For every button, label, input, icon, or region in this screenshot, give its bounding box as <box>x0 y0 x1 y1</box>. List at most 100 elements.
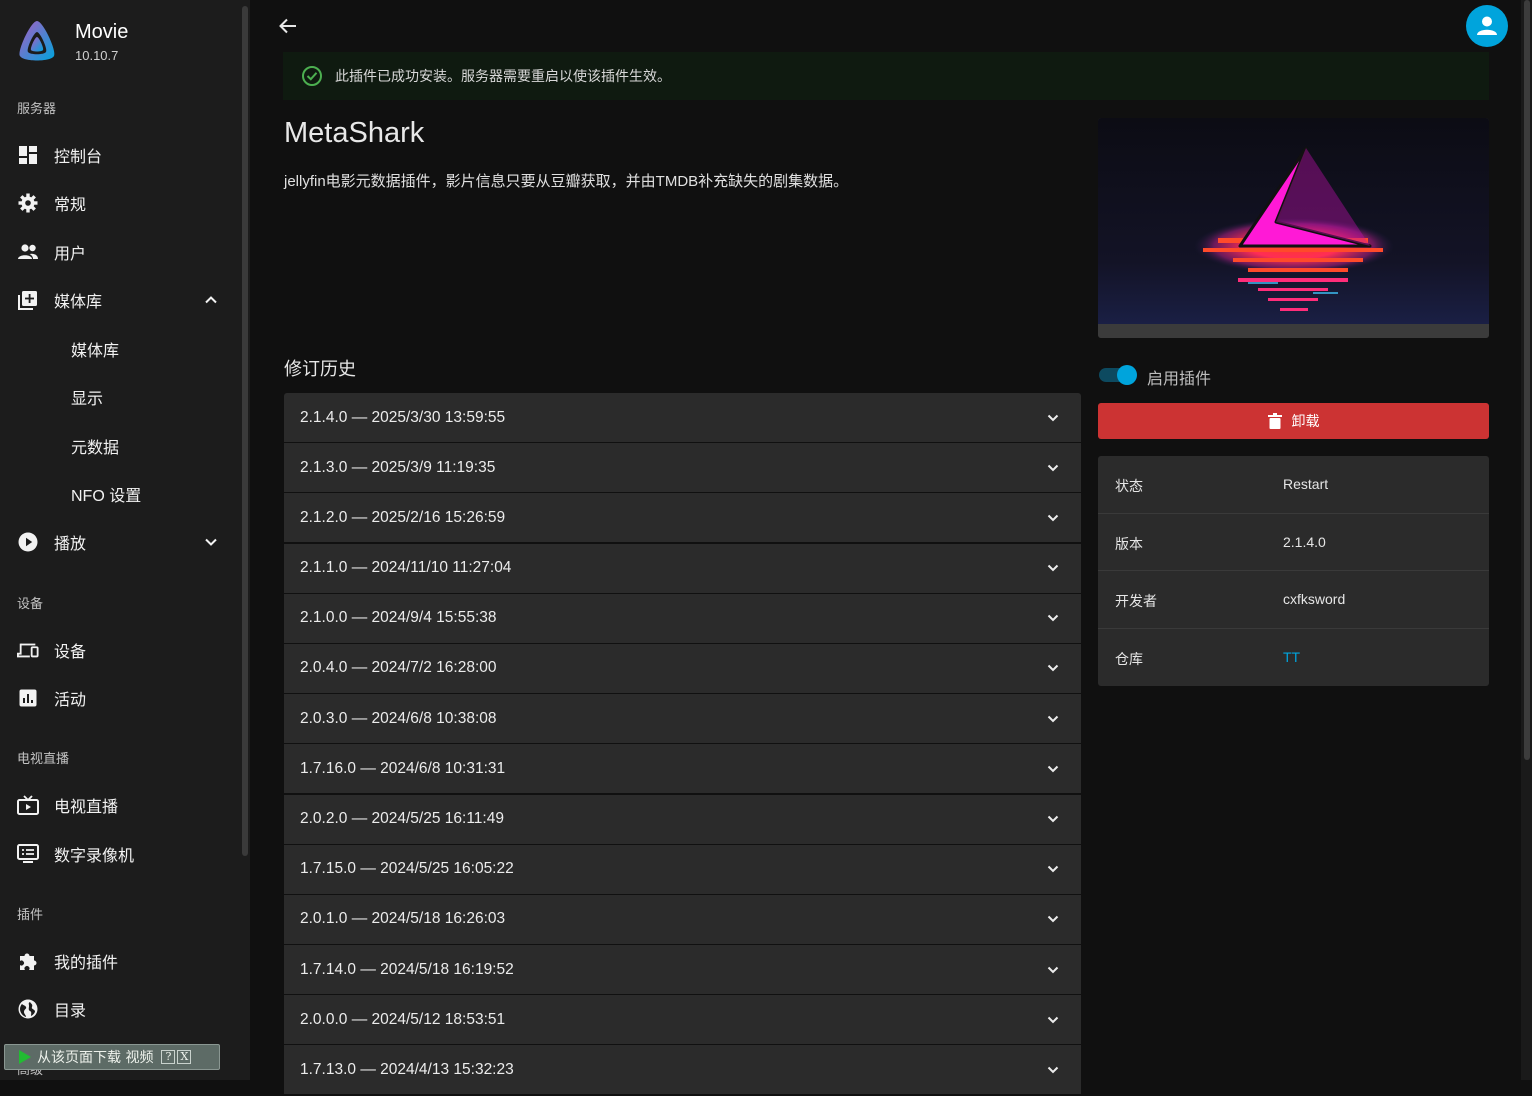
sidebar-scrollbar-thumb[interactable] <box>242 6 248 856</box>
revision-entry-label: 2.0.3.0 — 2024/6/8 10:38:08 <box>300 709 497 727</box>
live-tv-icon <box>17 794 39 816</box>
uninstall-label: 卸载 <box>1291 413 1320 429</box>
revision-entry-label: 1.7.16.0 — 2024/6/8 10:31:31 <box>300 759 506 777</box>
chevron-down-icon <box>1047 514 1059 522</box>
sidebar-item-nfo[interactable]: NFO 设置 <box>0 472 240 516</box>
revision-history-row[interactable]: 1.7.14.0 — 2024/5/18 16:19:52 <box>284 945 1081 995</box>
dashboard-icon <box>17 144 39 166</box>
repository-link[interactable]: TT <box>1283 649 1300 665</box>
page-title: MetaShark <box>284 117 425 149</box>
chevron-down-icon <box>1047 564 1059 572</box>
sidebar-item-label: 用户 <box>54 246 87 263</box>
section-plugins: 插件 <box>17 907 44 922</box>
revision-history-row[interactable]: 2.1.3.0 — 2025/3/9 11:19:35 <box>284 443 1081 493</box>
revision-history-row[interactable]: 1.7.15.0 — 2024/5/25 16:05:22 <box>284 844 1081 894</box>
sidebar-item-dvr[interactable]: 数字录像机 <box>0 832 240 876</box>
download-bar-label: 从该页面下载 视频 <box>37 1050 154 1066</box>
info-row-developer: 开发者 cxfksword <box>1098 571 1489 629</box>
sidebar-item-activity[interactable]: 活动 <box>0 676 240 720</box>
revision-history-list: 2.1.4.0 — 2025/3/30 13:59:55 2.1.3.0 — 20… <box>284 393 1081 1096</box>
sidebar-item-label: 元数据 <box>71 440 120 457</box>
sidebar-item-display[interactable]: 显示 <box>0 375 240 419</box>
enable-plugin-label: 启用插件 <box>1147 371 1212 388</box>
info-key: 版本 <box>1115 535 1143 552</box>
revision-history-row[interactable]: 2.1.2.0 — 2025/2/16 15:26:59 <box>284 493 1081 543</box>
page-scrollbar[interactable] <box>1521 0 1532 1080</box>
sidebar-item-metadata[interactable]: 元数据 <box>0 424 240 468</box>
globe-icon <box>17 998 39 1020</box>
play-icon <box>19 1050 31 1064</box>
revision-entry-label: 2.0.1.0 — 2024/5/18 16:26:03 <box>300 910 506 928</box>
install-success-notice: 此插件已成功安装。服务器需要重启以使该插件生效。 <box>283 52 1489 100</box>
server-name: Movie <box>75 20 129 43</box>
dvr-icon <box>17 843 39 865</box>
sidebar-item-livetv[interactable]: 电视直播 <box>0 783 240 827</box>
help-button[interactable]: ? <box>161 1050 176 1064</box>
revision-history-row[interactable]: 2.1.0.0 — 2024/9/4 15:55:38 <box>284 593 1081 643</box>
sidebar-item-devices[interactable]: 设备 <box>0 628 240 672</box>
sidebar-item-label: 媒体库 <box>71 343 120 360</box>
sidebar-item-label: 电视直播 <box>54 799 119 816</box>
revision-history-row[interactable]: 2.1.1.0 — 2024/11/10 11:27:04 <box>284 543 1081 593</box>
sidebar-item-label: 数字录像机 <box>54 848 135 865</box>
revision-entry-label: 2.1.4.0 — 2025/3/30 13:59:55 <box>300 408 506 426</box>
person-icon <box>1477 16 1497 35</box>
revision-entry-label: 1.7.15.0 — 2024/5/25 16:05:22 <box>300 860 514 878</box>
info-value: Restart <box>1283 476 1329 492</box>
sidebar-item-libraries[interactable]: 媒体库 <box>0 278 240 322</box>
chevron-down-icon <box>1047 615 1059 622</box>
server-version: 10.10.7 <box>75 47 119 63</box>
back-arrow-icon[interactable] <box>276 14 300 38</box>
check-circle-icon <box>302 66 322 86</box>
brand[interactable]: Movie 10.10.7 <box>16 16 128 66</box>
revision-history-row[interactable]: 2.0.3.0 — 2024/6/8 10:38:08 <box>284 694 1081 744</box>
library-add-icon <box>17 289 39 311</box>
sidebar-item-catalog[interactable]: 目录 <box>0 987 240 1031</box>
sidebar-item-general[interactable]: 常规 <box>0 181 240 225</box>
info-row-status: 状态 Restart <box>1098 456 1489 514</box>
sidebar-item-users[interactable]: 用户 <box>0 230 240 274</box>
revision-history-row[interactable]: 1.7.16.0 — 2024/6/8 10:31:31 <box>284 744 1081 794</box>
revision-entry-label: 2.1.2.0 — 2025/2/16 15:26:59 <box>300 508 506 526</box>
plugin-info-table: 状态 Restart 版本 2.1.4.0 开发者 cxfksword 仓库 T… <box>1098 456 1489 686</box>
revision-entry-label: 2.0.2.0 — 2024/5/25 16:11:49 <box>300 810 504 827</box>
revision-history-row[interactable]: 1.7.13.0 — 2024/4/13 15:32:23 <box>284 1045 1081 1095</box>
sidebar-item-my-plugins[interactable]: 我的插件 <box>0 939 240 983</box>
revision-entry-label: 2.1.3.0 — 2025/3/9 11:19:35 <box>300 458 496 476</box>
enable-plugin-toggle[interactable] <box>1099 365 1137 385</box>
revision-history-row[interactable]: 2.0.4.0 — 2024/7/2 16:28:00 <box>284 643 1081 693</box>
revision-entry-label: 1.7.14.0 — 2024/5/18 16:19:52 <box>300 960 514 978</box>
sidebar-item-label: 控制台 <box>54 149 103 166</box>
page-scrollbar-thumb[interactable] <box>1524 0 1530 760</box>
sidebar-item-label: NFO 设置 <box>71 488 142 505</box>
chevron-down-icon <box>1047 414 1059 421</box>
revision-history-row[interactable]: 2.0.1.0 — 2024/5/18 16:26:03 <box>284 894 1081 944</box>
sidebar-item-libraries-sub[interactable]: 媒体库 <box>0 327 240 371</box>
revision-entry-label: 2.0.0.0 — 2024/5/12 18:53:51 <box>300 1010 506 1028</box>
chevron-down-icon <box>1047 865 1059 873</box>
chevron-down-icon <box>1047 815 1059 823</box>
chevron-down-icon <box>205 538 217 546</box>
video-download-bar[interactable]: 从该页面下载 视频 ? X <box>4 1044 220 1070</box>
sidebar-item-playback[interactable]: 播放 <box>0 520 240 564</box>
sidebar-item-label: 目录 <box>54 1003 87 1020</box>
close-button[interactable]: X <box>177 1050 192 1064</box>
info-value: cxfksword <box>1283 591 1346 607</box>
sidebar-item-dashboard[interactable]: 控制台 <box>0 133 240 177</box>
chevron-down-icon <box>1047 1066 1059 1074</box>
section-server: 服务器 <box>17 101 57 116</box>
revision-history-row[interactable]: 2.1.4.0 — 2025/3/30 13:59:55 <box>284 393 1081 442</box>
user-avatar-button[interactable] <box>1466 5 1508 47</box>
revision-history-title: 修订历史 <box>284 359 356 379</box>
toggle-knob <box>1117 365 1137 385</box>
revision-history-row[interactable]: 2.0.2.0 — 2024/5/25 16:11:49 <box>284 794 1081 844</box>
info-key: 仓库 <box>1115 650 1143 667</box>
sidebar-scrollbar[interactable] <box>242 0 249 1080</box>
chevron-down-icon <box>1047 1016 1059 1024</box>
uninstall-button[interactable]: 卸载 <box>1098 403 1489 439</box>
devices-icon <box>17 639 39 661</box>
revision-history-row[interactable]: 2.0.0.0 — 2024/5/12 18:53:51 <box>284 995 1081 1045</box>
info-row-repository: 仓库 TT <box>1098 629 1489 687</box>
trash-icon <box>1267 413 1282 429</box>
plugin-thumbnail <box>1098 118 1489 338</box>
